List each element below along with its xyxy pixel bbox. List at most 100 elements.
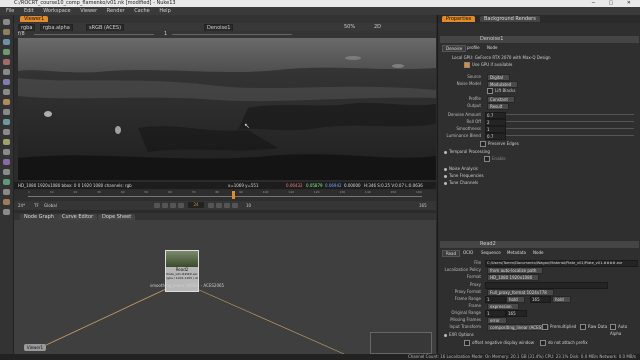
exr-options-section[interactable]: EXR Options: [444, 331, 474, 338]
gain-slider[interactable]: [34, 34, 154, 35]
format-row: Format HD_1080 1920x1080: [440, 273, 639, 281]
current-frame-field[interactable]: 24: [188, 202, 204, 208]
offset-negative-checkbox[interactable]: offset negative display window: [464, 339, 534, 346]
first-frame-button[interactable]: [154, 203, 160, 208]
frame-step[interactable]: 10: [246, 203, 251, 208]
denoise-amount-slider[interactable]: [506, 114, 634, 115]
keyer-tools-icon[interactable]: [3, 79, 10, 85]
menu-file[interactable]: File: [6, 8, 14, 14]
tab-sequence[interactable]: Sequence: [478, 250, 504, 255]
zoom-label[interactable]: 50%: [344, 23, 355, 31]
color-tools-icon[interactable]: [3, 59, 10, 65]
missing-frames-row: Missing Frames error: [440, 316, 639, 324]
image-tools-icon[interactable]: [3, 19, 10, 25]
filter-tools-icon[interactable]: [3, 69, 10, 75]
window-controls[interactable]: ─ ▢ ✕: [592, 0, 637, 7]
prev-frame-button[interactable]: [178, 203, 184, 208]
tab-denoise[interactable]: Denoise: [442, 45, 467, 52]
next-frame-button[interactable]: [208, 203, 214, 208]
play-forward-button[interactable]: [216, 203, 222, 208]
format-label: Format: [466, 274, 481, 279]
timeline[interactable]: 1 10 20 30 40 50 60 70 80 90 100 110 120…: [14, 190, 436, 201]
channel-tools-icon[interactable]: [3, 49, 10, 55]
menu-help[interactable]: Help: [159, 8, 170, 14]
air-tools-icon[interactable]: [3, 199, 10, 205]
tf-field[interactable]: TF: [34, 203, 39, 208]
viewer-node[interactable]: Viewer1: [24, 344, 46, 351]
tune-frequencies-section[interactable]: Tune Frequencies: [444, 172, 484, 179]
gamma-slider[interactable]: [172, 34, 292, 35]
output-dropdown[interactable]: Result: [487, 103, 510, 110]
range-end[interactable]: 165: [419, 203, 427, 208]
raw-data-checkbox[interactable]: Raw Data: [580, 323, 607, 330]
noise-analysis-section[interactable]: Noise Analysis: [444, 165, 478, 172]
tab-profile[interactable]: profile: [464, 45, 483, 50]
next-key-button[interactable]: [224, 203, 230, 208]
tick-label: 100: [262, 190, 269, 194]
smoothness-slider[interactable]: [506, 128, 634, 129]
exr-flags-row: offset negative display window do not at…: [440, 339, 639, 346]
input-transform-label: Input Transform: [449, 324, 481, 329]
draw-tools-icon[interactable]: [3, 29, 10, 35]
fps-field[interactable]: 24*: [18, 203, 25, 208]
metadata-tools-icon[interactable]: [3, 129, 10, 135]
tick-label: 60: [168, 190, 172, 194]
plugins-icon[interactable]: [3, 209, 10, 215]
timeline-track[interactable]: [28, 196, 422, 197]
3d-tools-icon[interactable]: [3, 109, 10, 115]
tab-read[interactable]: Read: [442, 250, 461, 257]
other-tools-icon[interactable]: [3, 149, 10, 155]
enable-checkbox[interactable]: Enable: [484, 155, 506, 162]
input-transform-dropdown[interactable]: compositing_linear (ACES): [487, 324, 550, 331]
enable-label: Enable: [492, 156, 506, 161]
menu-cache[interactable]: Cache: [134, 8, 150, 14]
gain-label[interactable]: f/8: [18, 31, 25, 38]
tab-viewer1[interactable]: Viewer1: [20, 16, 49, 22]
frame-range-row: Frame Range 1 hold 165 hold: [440, 295, 639, 303]
tab-metadata[interactable]: Metadata: [504, 250, 529, 255]
preserve-edges-checkbox[interactable]: Preserve Edges: [480, 140, 519, 147]
menu-edit[interactable]: Edit: [24, 8, 34, 14]
premultiplied-checkbox[interactable]: Premultiplied: [542, 323, 576, 330]
luminance-field[interactable]: 0.7: [485, 133, 506, 140]
menu-render[interactable]: Render: [107, 8, 125, 14]
global-select[interactable]: Global: [44, 203, 57, 208]
node-graph-minimap[interactable]: [370, 332, 432, 354]
menu-workspace[interactable]: Workspace: [43, 8, 70, 14]
tab-ocio[interactable]: OCIO: [460, 250, 476, 255]
rolloff-slider[interactable]: [506, 121, 634, 122]
luminance-slider[interactable]: [506, 135, 634, 136]
menu-viewer[interactable]: Viewer: [80, 8, 97, 14]
toolsets-icon[interactable]: [3, 139, 10, 145]
time-tools-icon[interactable]: [3, 39, 10, 45]
tab-properties[interactable]: Properties: [442, 16, 476, 22]
transform-tools-icon[interactable]: [3, 99, 10, 105]
tab-background-renders[interactable]: Background Renders: [480, 16, 540, 22]
cara-tools-icon[interactable]: [3, 189, 10, 195]
format-dropdown[interactable]: HD_1080 1920x1080: [487, 274, 540, 281]
prev-key-button[interactable]: [162, 203, 168, 208]
tab-node[interactable]: Node: [484, 45, 500, 50]
deep-tools-icon[interactable]: [3, 179, 10, 185]
last-frame-button[interactable]: [232, 203, 238, 208]
tune-channels-section[interactable]: Tune Channels: [444, 179, 478, 186]
tab-node-read[interactable]: Node: [530, 250, 546, 255]
frame-label: Frame: [468, 303, 481, 308]
use-gpu-checkbox[interactable]: Use GPU if available: [464, 61, 512, 68]
gpu-info: Local GPU: GeForce RTX 2070 with Max-Q D…: [452, 55, 551, 60]
status-bar: Channel Count: 16 Localization Mode: On …: [0, 354, 640, 360]
no-prefix-checkbox[interactable]: do not attach prefix: [540, 339, 588, 346]
node-graph[interactable]: Read2 Plate_v01.####.exr rgba / 1001-116…: [14, 220, 436, 354]
viewer-image[interactable]: ↖: [18, 38, 436, 180]
exr-options-row: EXR Options: [440, 331, 639, 338]
play-backward-button[interactable]: [170, 203, 176, 208]
furnace-tools-icon[interactable]: [3, 159, 10, 165]
gamma-label[interactable]: 1: [164, 31, 167, 38]
temporal-section[interactable]: Temporal Processing: [444, 148, 490, 155]
merge-tools-icon[interactable]: [3, 89, 10, 95]
particles-tools-icon[interactable]: [3, 169, 10, 175]
views-tools-icon[interactable]: [3, 119, 10, 125]
lift-blacks-checkbox[interactable]: Lift Blacks: [487, 87, 515, 94]
proxy-format-row: Proxy Format Full_proxy_format 1024x778: [440, 288, 639, 296]
frame-ctrl[interactable]: 2D: [374, 23, 381, 31]
